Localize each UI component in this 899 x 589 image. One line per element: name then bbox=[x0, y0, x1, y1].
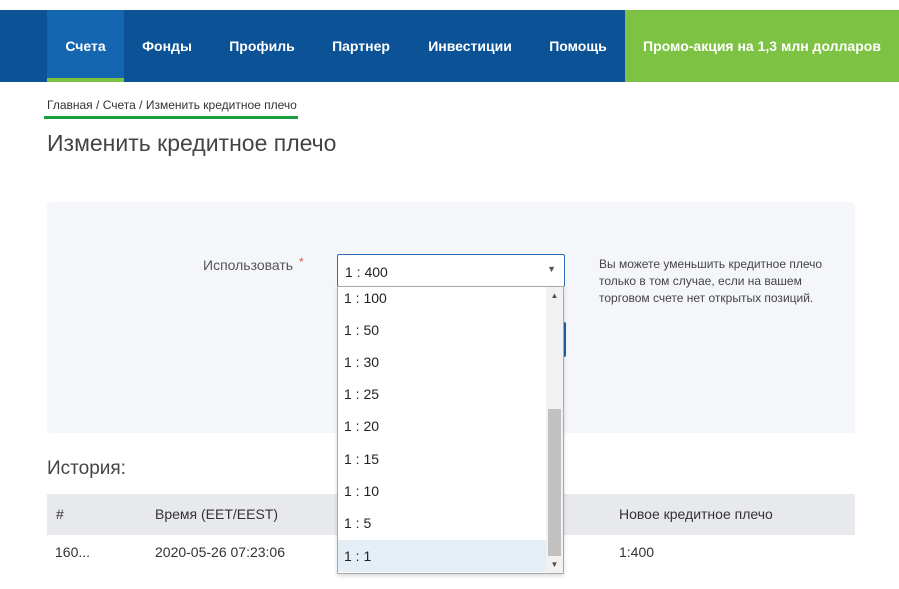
option-1-5[interactable]: 1 : 5 bbox=[338, 507, 546, 539]
nav-investments[interactable]: Инвестиции bbox=[416, 10, 524, 82]
caret-down-icon: ▼ bbox=[547, 264, 556, 274]
leverage-select[interactable]: 1 : 400 ▼ bbox=[337, 254, 565, 287]
leverage-field-label: Использовать bbox=[203, 257, 294, 273]
nav-accounts[interactable]: Счета bbox=[47, 10, 124, 82]
nav-funds[interactable]: Фонды bbox=[130, 10, 204, 82]
breadcrumb-home-link[interactable]: Главная bbox=[47, 98, 93, 112]
breadcrumb-separator: / bbox=[139, 98, 143, 112]
required-marker: * bbox=[299, 255, 304, 269]
breadcrumb-underline bbox=[44, 116, 298, 119]
option-1-1[interactable]: 1 : 1 bbox=[338, 540, 546, 572]
row-new-leverage: 1:400 bbox=[619, 544, 655, 560]
history-title: История: bbox=[47, 458, 126, 479]
option-1-100[interactable]: 1 : 100 bbox=[338, 287, 546, 314]
leverage-select-value: 1 : 400 bbox=[345, 264, 388, 280]
column-header-number: # bbox=[56, 506, 64, 522]
dropdown-scrollbar[interactable]: ▲ ▼ bbox=[546, 287, 563, 573]
scrollbar-thumb[interactable] bbox=[548, 409, 561, 556]
option-1-50[interactable]: 1 : 50 bbox=[338, 314, 546, 346]
page-title: Изменить кредитное плечо bbox=[47, 130, 337, 156]
option-1-20[interactable]: 1 : 20 bbox=[338, 410, 546, 442]
row-id: 160... bbox=[55, 544, 91, 560]
column-header-new-leverage: Новое кредитное плечо bbox=[619, 506, 773, 522]
nav-help[interactable]: Помощь bbox=[538, 10, 618, 82]
row-time: 2020-05-26 07:23:06 bbox=[155, 544, 285, 560]
nav-profile[interactable]: Профиль bbox=[216, 10, 308, 82]
breadcrumb-current: Изменить кредитное плечо bbox=[145, 98, 297, 112]
breadcrumb-separator: / bbox=[96, 98, 100, 112]
option-1-10[interactable]: 1 : 10 bbox=[338, 475, 546, 507]
breadcrumb: Главная / Счета / Изменить кредитное пле… bbox=[47, 98, 297, 112]
option-1-30[interactable]: 1 : 30 bbox=[338, 346, 546, 378]
option-1-15[interactable]: 1 : 15 bbox=[338, 443, 546, 475]
column-header-time: Время (EET/EEST) bbox=[155, 506, 279, 522]
breadcrumb-accounts-link[interactable]: Счета bbox=[103, 98, 136, 112]
scroll-down-arrow-icon[interactable]: ▼ bbox=[546, 556, 563, 573]
leverage-hint-text: Вы можете уменьшить кредитное плечо толь… bbox=[599, 257, 823, 305]
promo-banner-button[interactable]: Промо-акция на 1,3 млн долларов bbox=[625, 10, 899, 82]
leverage-dropdown-list: 1 : 100 1 : 50 1 : 30 1 : 25 1 : 20 1 : … bbox=[337, 286, 564, 574]
scroll-up-arrow-icon[interactable]: ▲ bbox=[546, 287, 563, 304]
option-1-25[interactable]: 1 : 25 bbox=[338, 378, 546, 410]
nav-partner[interactable]: Партнер bbox=[318, 10, 404, 82]
